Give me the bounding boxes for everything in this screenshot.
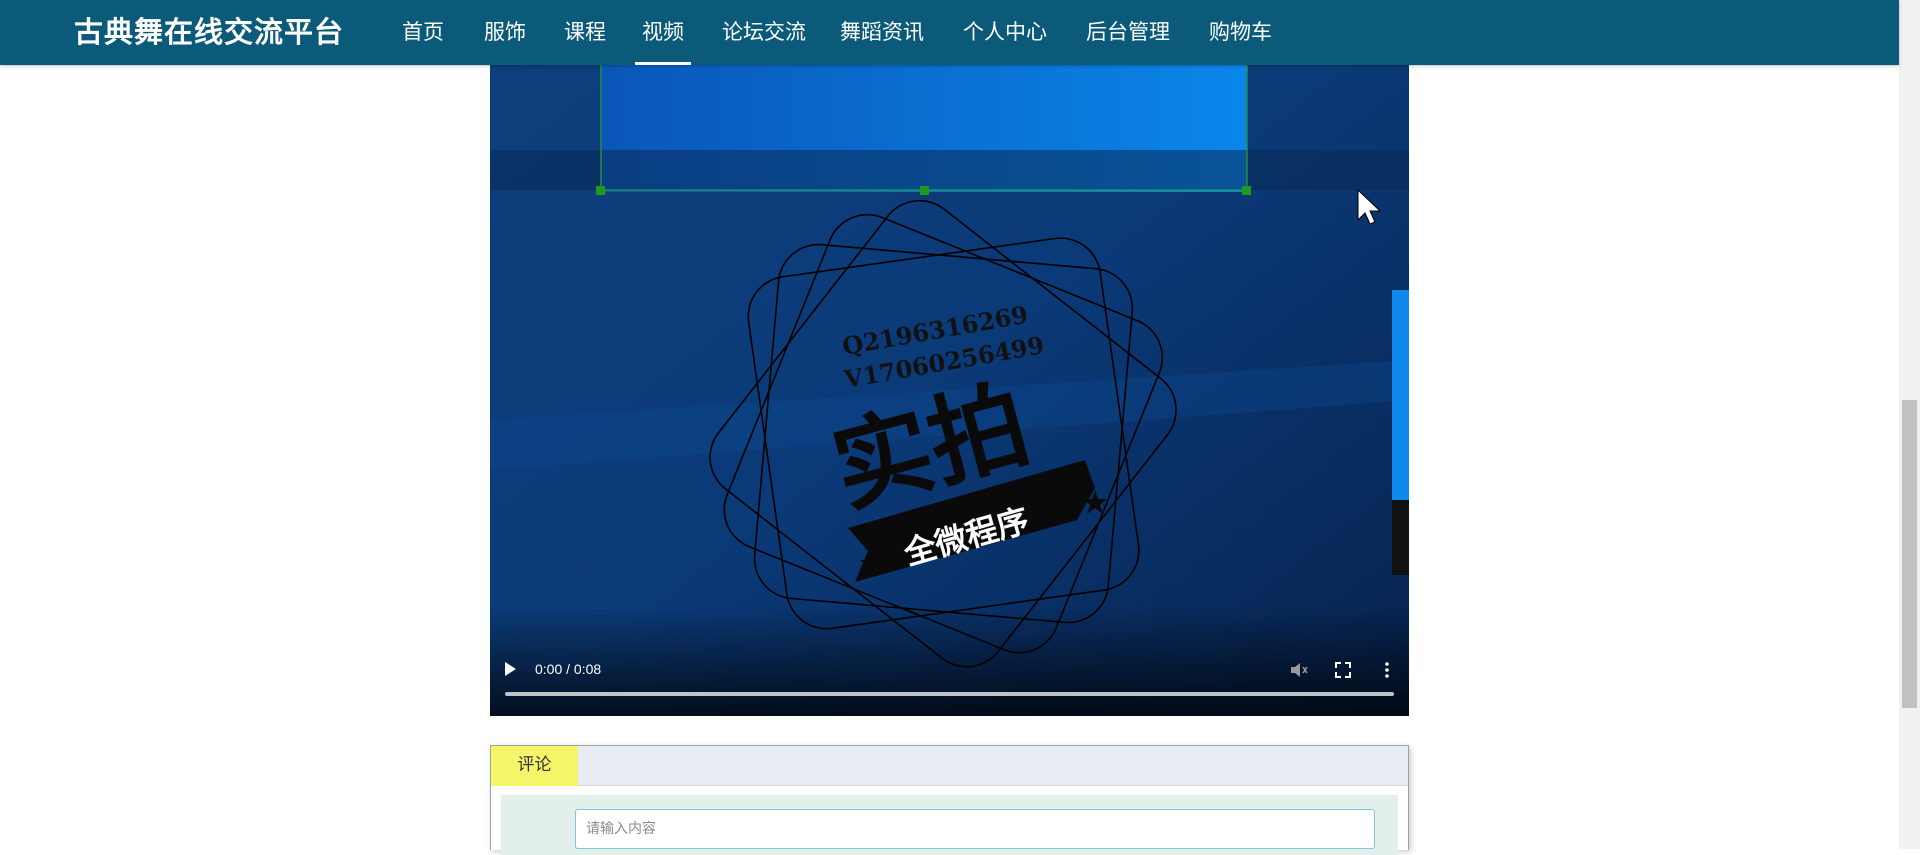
nav-item-videos[interactable]: 视频 xyxy=(635,0,691,65)
scrollbar-thumb[interactable] xyxy=(1902,400,1917,708)
nav-item-home[interactable]: 首页 xyxy=(402,0,444,65)
nav-item-cart[interactable]: 购物车 xyxy=(1209,0,1272,65)
nav-item-personal-center[interactable]: 个人中心 xyxy=(963,0,1047,65)
comment-form xyxy=(501,795,1398,855)
nav-item-dance-news[interactable]: 舞蹈资讯 xyxy=(840,0,924,65)
video-time: 0:00 / 0:08 xyxy=(535,661,602,677)
comment-input[interactable] xyxy=(575,809,1375,849)
tab-comments[interactable]: 评论 xyxy=(491,746,578,786)
play-icon[interactable] xyxy=(505,662,516,676)
site-title[interactable]: 古典舞在线交流平台 xyxy=(74,13,344,51)
nav-item-costume[interactable]: 服饰 xyxy=(484,0,526,65)
video-progress-bar[interactable] xyxy=(505,692,1394,696)
top-nav-bar: 古典舞在线交流平台 首页 服饰 课程 视频 论坛交流 舞蹈资讯 个人中心 后台管… xyxy=(0,0,1899,65)
page-scrollbar[interactable] xyxy=(1899,0,1920,849)
comment-panel: 评论 xyxy=(490,745,1409,855)
nav-item-courses[interactable]: 课程 xyxy=(564,0,606,65)
video-player[interactable]: Q2196316269 V17060256499 实拍 全微程序 0:00 / … xyxy=(490,0,1409,716)
more-options-icon[interactable] xyxy=(1377,660,1397,680)
mute-icon[interactable] xyxy=(1288,660,1308,680)
nav-item-forum[interactable]: 论坛交流 xyxy=(722,0,806,65)
controls-overlay xyxy=(490,606,1409,716)
fullscreen-icon[interactable] xyxy=(1333,660,1353,680)
comment-tab-bar: 评论 xyxy=(491,746,1408,786)
nav-item-admin[interactable]: 后台管理 xyxy=(1086,0,1170,65)
